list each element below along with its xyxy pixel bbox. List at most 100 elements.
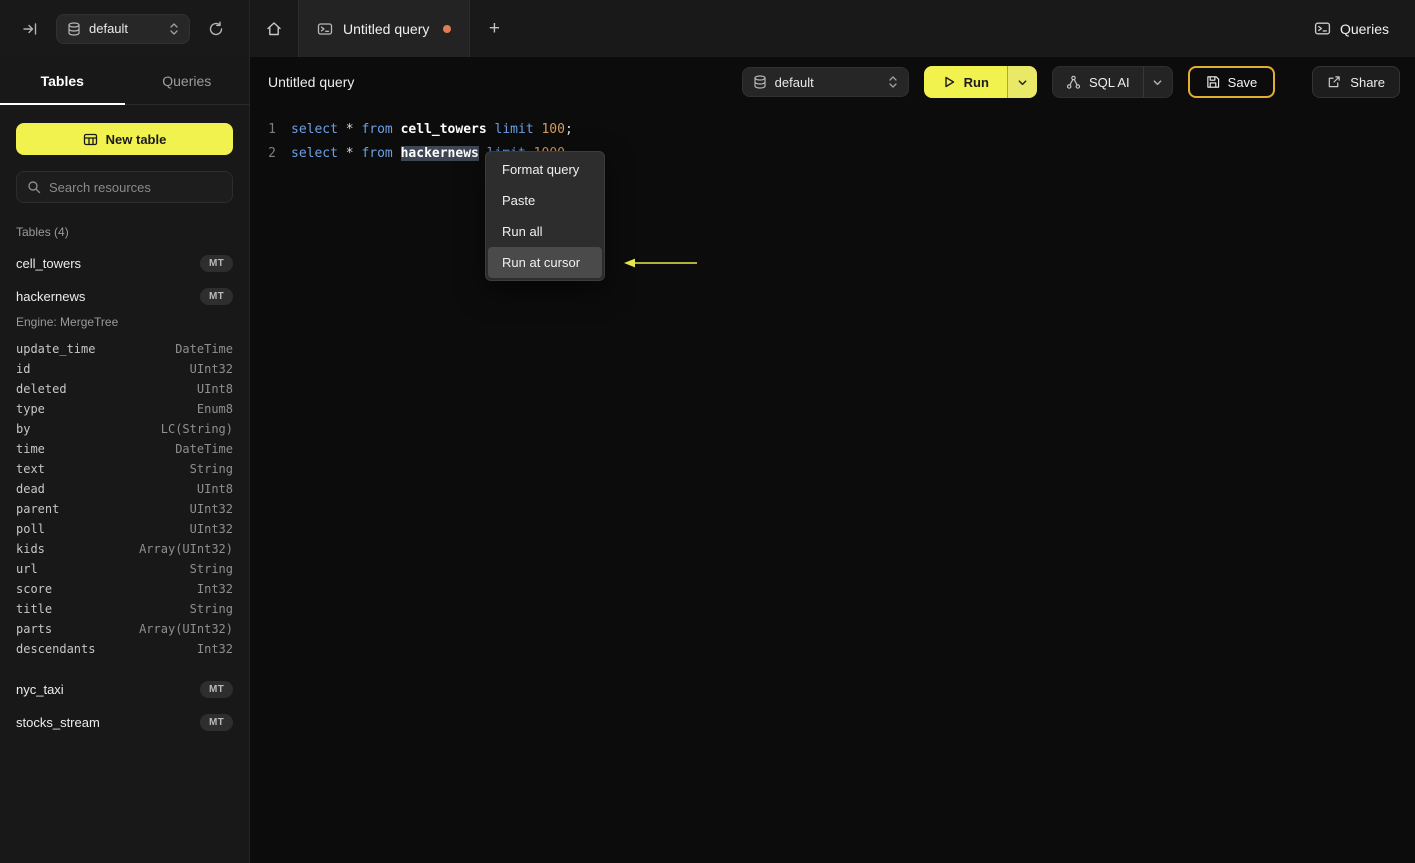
annotation-arrow (624, 257, 698, 269)
query-database-value: default (774, 74, 814, 90)
engine-badge: MT (199, 288, 233, 305)
column-type: Enum8 (196, 402, 233, 416)
column-type: UInt8 (196, 482, 233, 496)
sidebar-tab-tables[interactable]: Tables (0, 57, 125, 105)
context-menu: Format query Paste Run all Run at cursor (485, 151, 605, 281)
editor-lines: 1 select * from cell_towers limit 100; 2 se… (250, 117, 1415, 165)
save-button[interactable]: Save (1187, 66, 1276, 98)
run-options-button[interactable] (1006, 66, 1037, 98)
column-row: poll UInt32 (16, 519, 233, 539)
chevron-down-icon (1152, 77, 1163, 88)
column-type: DateTime (175, 342, 233, 356)
column-row: kids Array(UInt32) (16, 539, 233, 559)
table-row-hackernews[interactable]: hackernews MT (16, 280, 233, 313)
column-row: deleted UInt8 (16, 379, 233, 399)
sql-ai-options-button[interactable] (1142, 67, 1172, 97)
play-icon (942, 75, 956, 89)
line-number: 1 (268, 121, 276, 137)
collapse-icon (22, 21, 38, 37)
code-token: select (291, 121, 346, 137)
table-name: stocks_stream (16, 715, 100, 730)
new-tab-button[interactable]: + (470, 0, 518, 57)
share-button[interactable]: Share (1312, 66, 1400, 98)
engine-badge: MT (199, 681, 233, 698)
share-icon (1327, 75, 1341, 89)
line-number: 2 (268, 145, 276, 161)
home-tab-button[interactable] (250, 0, 298, 57)
menu-item-paste[interactable]: Paste (488, 185, 602, 216)
topbar-database-select[interactable]: default (56, 13, 190, 44)
sql-ai-label: SQL AI (1088, 74, 1130, 90)
table-row-nyc-taxi[interactable]: nyc_taxi MT (16, 673, 233, 706)
column-row: url String (16, 559, 233, 579)
column-type: String (189, 602, 233, 616)
menu-item-format-query[interactable]: Format query (488, 154, 602, 185)
column-type: String (189, 462, 233, 476)
column-name: deleted (16, 382, 67, 396)
column-row: parts Array(UInt32) (16, 619, 233, 639)
menu-item-run-at-cursor[interactable]: Run at cursor (488, 247, 602, 278)
topbar: default Untitled query + Queries (0, 0, 1415, 57)
column-name: parent (16, 502, 60, 516)
table-row-stocks-stream[interactable]: stocks_stream MT (16, 706, 233, 739)
column-type: UInt32 (189, 522, 233, 536)
sql-editor[interactable]: 1 select * from cell_towers limit 100; 2 se… (250, 107, 1415, 165)
tab-title: Untitled query (343, 20, 430, 37)
engine-badge: MT (199, 255, 233, 272)
column-type: LC(String) (160, 422, 233, 436)
column-name: descendants (16, 642, 96, 656)
column-type: UInt32 (189, 502, 233, 516)
chevron-updown-icon (888, 74, 898, 90)
column-type: DateTime (175, 442, 233, 456)
column-name: parts (16, 622, 53, 636)
column-type: Int32 (196, 582, 233, 596)
column-name: kids (16, 542, 45, 556)
database-icon (753, 75, 767, 89)
code-line[interactable]: 2select * from hackernews limit 1000 (250, 141, 1415, 165)
main-panel: Untitled query default Run SQL AI Save S… (250, 57, 1415, 863)
query-database-select[interactable]: default (741, 67, 909, 97)
code-line[interactable]: 1 select * from cell_towers limit 100; (250, 117, 1415, 141)
tab-untitled-query[interactable]: Untitled query (298, 0, 471, 57)
save-icon (1206, 75, 1220, 89)
code-token: * (345, 145, 362, 161)
new-table-label: New table (105, 131, 167, 147)
sql-ai-button[interactable]: SQL AI (1053, 67, 1143, 97)
tables-count-label: Tables (4) (16, 225, 69, 239)
sidebar-tab-queries[interactable]: Queries (125, 57, 250, 104)
column-row: id UInt32 (16, 359, 233, 379)
search-input[interactable] (49, 179, 222, 195)
column-type: UInt8 (196, 382, 233, 396)
column-name: score (16, 582, 53, 596)
column-type: String (189, 562, 233, 576)
unsaved-dot (443, 24, 452, 33)
code-token: from (361, 121, 401, 137)
code-token: select (291, 145, 346, 161)
column-name: id (16, 362, 31, 376)
topbar-right: Queries (1314, 0, 1415, 57)
run-button[interactable]: Run (923, 66, 1007, 98)
code-token: from (361, 145, 401, 161)
column-type: Int32 (196, 642, 233, 656)
run-button-group: Run (923, 66, 1037, 98)
sql-ai-button-group: SQL AI (1051, 66, 1173, 98)
queries-button[interactable]: Queries (1314, 20, 1389, 37)
table-row-cell-towers[interactable]: cell_towers MT (16, 247, 233, 280)
chevron-down-icon (1017, 77, 1028, 88)
share-label: Share (1350, 74, 1385, 90)
sidebar: Tables Queries New table Search resource… (0, 57, 250, 863)
topbar-database-value: default (89, 21, 129, 36)
search-icon (27, 180, 41, 194)
column-name: text (16, 462, 45, 476)
collapse-sidebar-button[interactable] (22, 21, 38, 37)
column-name: update_time (16, 342, 96, 356)
new-table-button[interactable]: New table (16, 123, 233, 155)
column-row: descendants Int32 (16, 639, 233, 659)
column-type: Array(UInt32) (139, 622, 233, 636)
queries-label: Queries (1339, 20, 1389, 37)
menu-item-run-all[interactable]: Run all (488, 216, 602, 247)
body: Tables Queries New table Search resource… (0, 57, 1415, 863)
column-type: Array(UInt32) (139, 542, 233, 556)
query-tab-icon (317, 21, 333, 37)
refresh-button[interactable] (208, 21, 224, 37)
